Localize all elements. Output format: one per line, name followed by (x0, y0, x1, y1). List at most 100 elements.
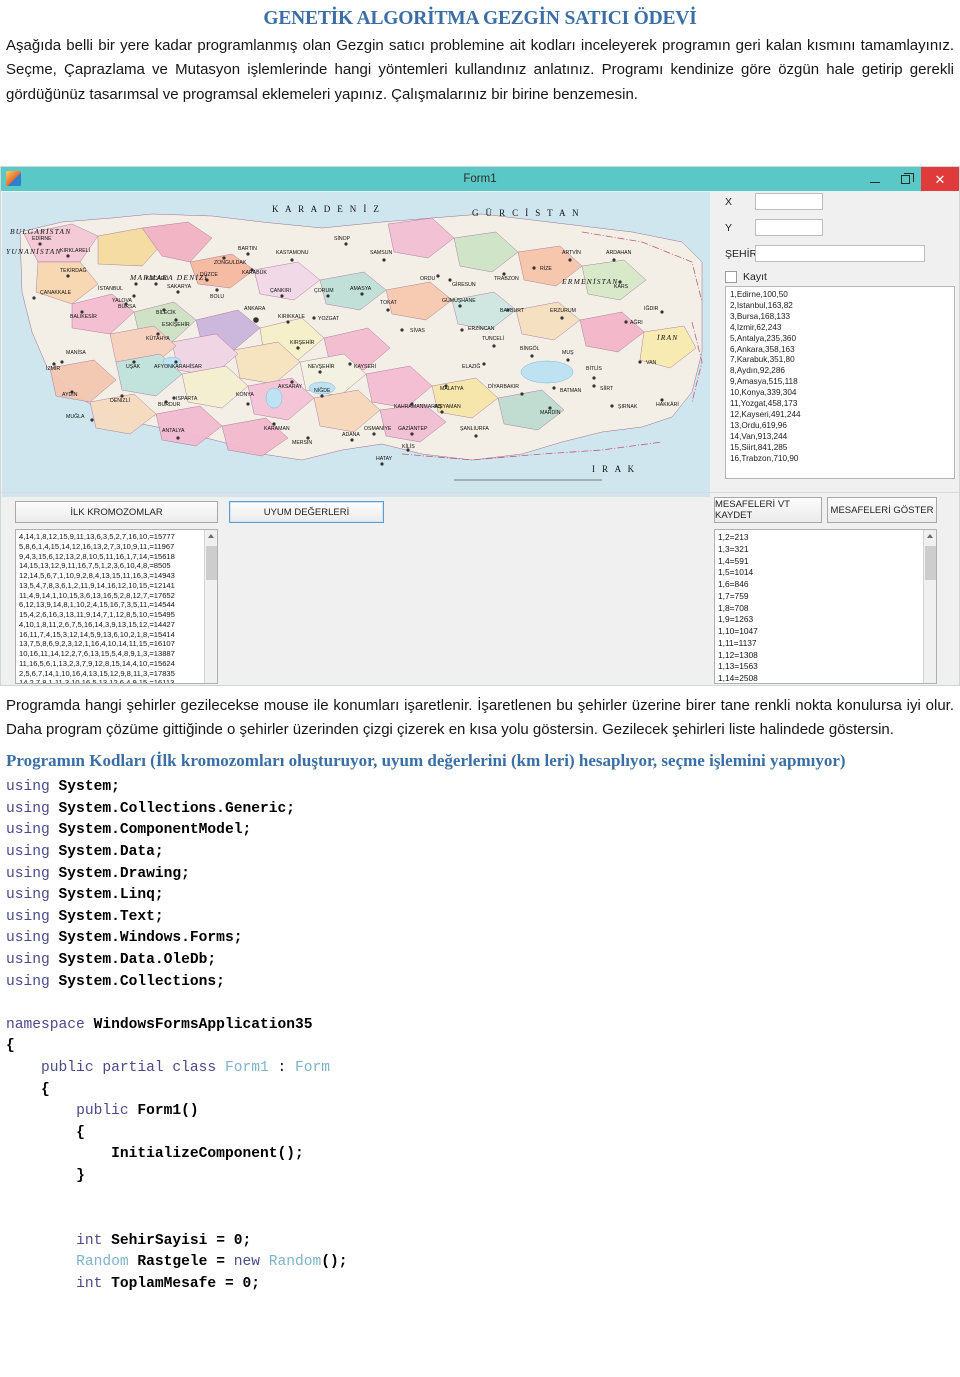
ilk-kromozomlar-button[interactable]: İLK KROMOZOMLAR (15, 501, 218, 523)
svg-text:MANİSA: MANİSA (66, 349, 86, 356)
scrollbar-thumb[interactable] (925, 546, 936, 580)
svg-text:AMASYA: AMASYA (350, 286, 372, 292)
sehir-input[interactable] (755, 245, 925, 262)
kayit-checkbox-row[interactable]: Kayıt (713, 271, 959, 283)
svg-text:ŞANLIURFA: ŞANLIURFA (460, 426, 489, 432)
kayit-checkbox[interactable] (725, 271, 737, 283)
code-line: { (41, 1081, 50, 1098)
svg-text:G Ü R C İ S T A N: G Ü R C İ S T A N (472, 208, 581, 218)
code-line: InitializeComponent(); (111, 1146, 304, 1163)
code-line: public Form1() (76, 1103, 199, 1120)
svg-text:MARMARA DENİZİ: MARMARA DENİZİ (129, 273, 208, 282)
uyum-degerleri-button[interactable]: UYUM DEĞERLERİ (229, 501, 384, 523)
svg-text:KIRIKKALE: KIRIKKALE (278, 314, 305, 320)
sehir-label: ŞEHİR (725, 247, 758, 260)
svg-text:ERZURUM: ERZURUM (550, 308, 576, 314)
svg-text:AĞRI: AĞRI (630, 319, 643, 326)
scrollbar-thumb[interactable] (206, 546, 217, 580)
y-input[interactable] (755, 219, 823, 236)
x-label: X (725, 195, 733, 208)
minimize-button[interactable] (859, 167, 890, 191)
svg-text:KÜTAHYA: KÜTAHYA (146, 335, 170, 342)
code-section-heading: Programın Kodları (İlk kromozomları oluş… (6, 750, 846, 770)
svg-text:ZONGULDAK: ZONGULDAK (214, 260, 247, 266)
svg-text:UŞAK: UŞAK (126, 364, 141, 370)
window-titlebar: Form1 ✕ (1, 167, 959, 191)
svg-text:AFYONKARAHİSAR: AFYONKARAHİSAR (154, 363, 202, 370)
source-code-block: using System; using System.Collections.Ge… (0, 775, 960, 1295)
mesafeleri-goster-button[interactable]: MESAFELERİ GÖSTER (827, 497, 937, 523)
window-title: Form1 (463, 173, 497, 185)
turkey-map-canvas[interactable]: .pl{font-family:"Liberation Sans",sans-s… (2, 192, 710, 497)
code-line: int SehirSayisi = 0; (76, 1232, 252, 1249)
chromosome-scrollbar[interactable] (204, 530, 217, 683)
city-coordinates-list[interactable]: 1,Edirne,100,50 2,Istanbul,163,82 3,Burs… (725, 286, 955, 479)
svg-text:ANTALYA: ANTALYA (162, 428, 185, 434)
svg-text:ORDU: ORDU (420, 276, 436, 282)
svg-text:BATMAN: BATMAN (560, 388, 581, 394)
svg-text:AYDIN: AYDIN (62, 392, 78, 398)
svg-text:BULGARİSTAN: BULGARİSTAN (10, 227, 71, 236)
chromosome-listbox[interactable]: 4,14,1,8,12,15,9,11,13,6,3,5,2,7,16,10,=… (15, 529, 218, 684)
svg-text:TEKİRDAĞ: TEKİRDAĞ (60, 267, 87, 274)
restore-button[interactable] (890, 167, 921, 191)
svg-text:BAYBURT: BAYBURT (500, 308, 525, 314)
svg-text:MALATYA: MALATYA (440, 386, 464, 392)
svg-text:KARABÜK: KARABÜK (242, 269, 267, 276)
svg-text:TRABZON: TRABZON (494, 276, 519, 282)
svg-text:MUĞLA: MUĞLA (66, 413, 85, 420)
code-line: using System.Data; (6, 844, 164, 861)
svg-text:İRAN: İRAN (656, 333, 678, 342)
svg-text:ANKARA: ANKARA (244, 306, 266, 312)
svg-text:İSTANBUL: İSTANBUL (98, 285, 123, 292)
mesafeleri-vt-kaydet-button[interactable]: MESAFELERİ VT KAYDET (714, 497, 822, 523)
x-field-row: X (713, 193, 959, 210)
svg-text:GAZİANTEP: GAZİANTEP (398, 425, 428, 432)
code-line: { (6, 1038, 15, 1055)
code-line: namespace WindowsFormsApplication35 (6, 1016, 313, 1033)
svg-text:ÇANAKKALE: ÇANAKKALE (40, 290, 72, 296)
svg-text:KIRŞEHİR: KIRŞEHİR (290, 339, 315, 346)
svg-text:KARAMAN: KARAMAN (264, 426, 290, 432)
svg-text:MERSİN: MERSİN (292, 439, 312, 446)
svg-text:SİVAS: SİVAS (410, 327, 425, 334)
svg-text:SİNOP: SİNOP (334, 235, 351, 242)
svg-text:DÜZCE: DÜZCE (200, 271, 218, 278)
code-line: int ToplamMesafe = 0; (76, 1275, 260, 1292)
svg-text:MUŞ: MUŞ (562, 350, 574, 356)
svg-text:HAKKÂRİ: HAKKÂRİ (656, 401, 679, 408)
scroll-up-icon[interactable] (927, 534, 933, 538)
svg-text:KIRKLARELİ: KIRKLARELİ (60, 247, 90, 254)
windows-forms-app-window: Form1 ✕ .pl{font-family:"Liberation Sans… (0, 166, 960, 686)
distance-listbox[interactable]: 1,2=213 1,3=321 1,4=591 1,5=1014 1,6=846… (714, 529, 937, 684)
kayit-label: Kayıt (743, 271, 767, 283)
svg-text:ERZİNCAN: ERZİNCAN (468, 325, 495, 332)
svg-text:SAKARYA: SAKARYA (167, 284, 192, 290)
turkey-map-svg: .pl{font-family:"Liberation Sans",sans-s… (2, 192, 710, 497)
svg-text:YUNANİSTAN: YUNANİSTAN (6, 247, 62, 256)
svg-text:KAYSERİ: KAYSERİ (354, 363, 376, 370)
svg-text:ÇANKIRI: ÇANKIRI (270, 288, 291, 294)
code-line: using System.Text; (6, 908, 164, 925)
code-line: using System.Linq; (6, 887, 164, 904)
svg-text:SİİRT: SİİRT (600, 385, 614, 392)
scroll-up-icon[interactable] (208, 534, 214, 538)
svg-text:NİĞDE: NİĞDE (314, 387, 331, 394)
svg-text:KAHRAMANMARAŞ: KAHRAMANMARAŞ (394, 404, 442, 410)
svg-text:ADANA: ADANA (342, 432, 360, 438)
svg-text:GÜMÜŞHANE: GÜMÜŞHANE (442, 297, 476, 304)
code-line: using System.Drawing; (6, 865, 190, 882)
svg-text:YOZGAT: YOZGAT (318, 316, 340, 322)
distance-scrollbar[interactable] (923, 530, 936, 683)
svg-text:IĞDIR: IĞDIR (644, 305, 659, 312)
x-input[interactable] (755, 193, 823, 210)
svg-text:KASTAMONU: KASTAMONU (276, 250, 309, 256)
intro-paragraph: Aşağıda belli bir yere kadar programlanm… (6, 37, 954, 103)
svg-text:DİYARBAKIR: DİYARBAKIR (488, 383, 519, 390)
svg-text:K A R A D E N İ Z: K A R A D E N İ Z (272, 204, 381, 214)
svg-text:İZMİR: İZMİR (46, 365, 60, 372)
code-line: using System.Collections; (6, 973, 225, 990)
close-button[interactable]: ✕ (921, 167, 959, 191)
